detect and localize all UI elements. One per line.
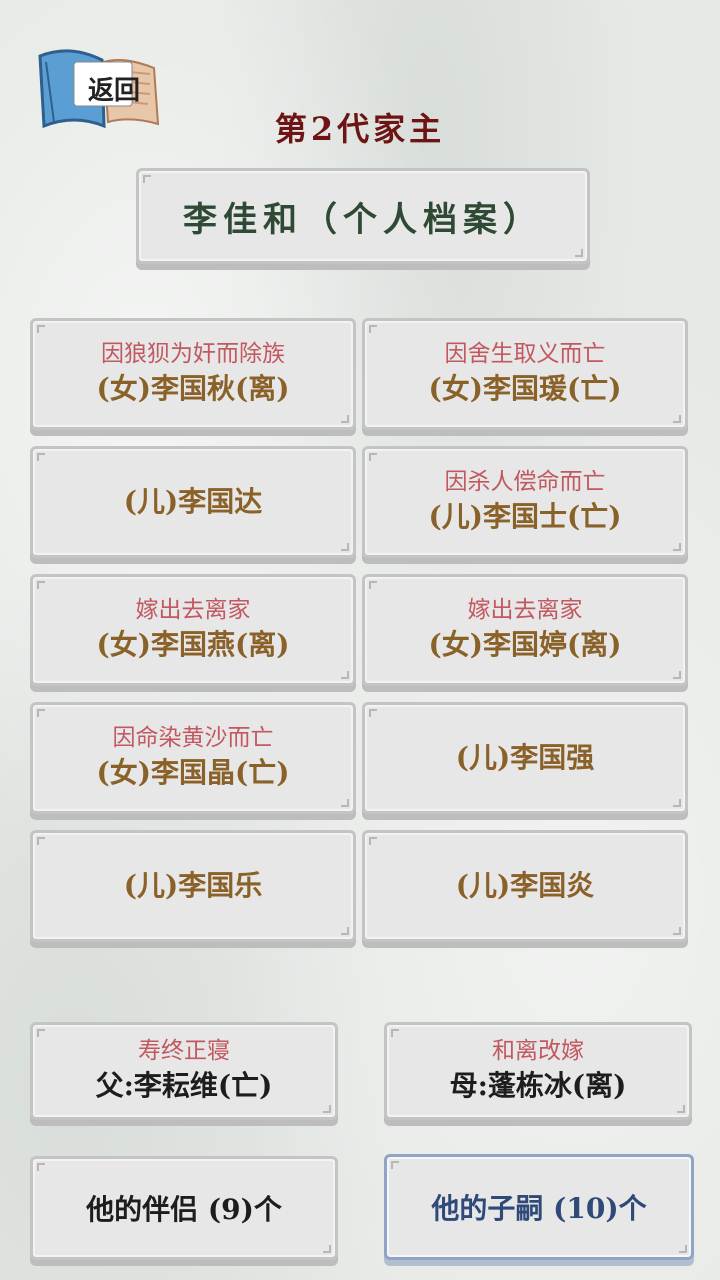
child-note: 嫁出去离家 [467,597,583,623]
father-card[interactable]: 寿终正寝 父:李耘维(亡) [30,1022,338,1120]
child-name: (儿)李国达 [123,485,263,518]
mother-note: 和离改嫁 [492,1038,584,1064]
child-name: (女)李国瑗(亡) [428,372,622,405]
child-name: (儿)李国炎 [455,869,595,902]
child-card[interactable]: (儿)李国强 [362,702,688,814]
child-name: (女)李国秋(离) [96,372,290,405]
child-card[interactable]: 因命染黄沙而亡 (女)李国晶(亡) [30,702,356,814]
child-note: 因杀人偿命而亡 [444,469,606,495]
child-name: (女)李国婷(离) [428,628,622,661]
mother-name: 母:蓬栋冰(离) [449,1069,627,1102]
child-card[interactable]: 因舍生取义而亡 (女)李国瑗(亡) [362,318,688,430]
child-note: 因狼狈为奸而除族 [101,341,285,367]
profile-title: 李佳和（个人档案） [183,199,543,240]
child-name: (儿)李国士(亡) [428,500,622,533]
child-name: (儿)李国乐 [123,869,263,902]
child-card[interactable]: 因杀人偿命而亡 (儿)李国士(亡) [362,446,688,558]
tab-children[interactable]: 他的子嗣 (10)个 [384,1154,694,1260]
child-name: (女)李国晶(亡) [96,756,290,789]
child-card[interactable]: 因狼狈为奸而除族 (女)李国秋(离) [30,318,356,430]
child-name: (儿)李国强 [455,741,595,774]
page-title: 第2代家主 [274,110,446,148]
father-name: 父:李耘维(亡) [95,1069,273,1102]
child-note: 嫁出去离家 [135,597,251,623]
child-card[interactable]: (儿)李国乐 [30,830,356,942]
mother-card[interactable]: 和离改嫁 母:蓬栋冰(离) [384,1022,692,1120]
child-note: 因命染黄沙而亡 [112,725,274,751]
tab-partners[interactable]: 他的伴侣 (9)个 [30,1156,338,1260]
child-name: (女)李国燕(离) [96,628,290,661]
child-card[interactable]: (儿)李国炎 [362,830,688,942]
child-card[interactable]: (儿)李国达 [30,446,356,558]
back-label: 返回 [87,76,140,106]
profile-title-panel: 李佳和（个人档案） [136,168,590,264]
child-card[interactable]: 嫁出去离家 (女)李国婷(离) [362,574,688,686]
father-note: 寿终正寝 [138,1038,230,1064]
child-card[interactable]: 嫁出去离家 (女)李国燕(离) [30,574,356,686]
tab-partners-label: 他的伴侣 (9)个 [86,1193,282,1226]
tab-children-label: 他的子嗣 (10)个 [431,1192,647,1225]
child-note: 因舍生取义而亡 [444,341,606,367]
